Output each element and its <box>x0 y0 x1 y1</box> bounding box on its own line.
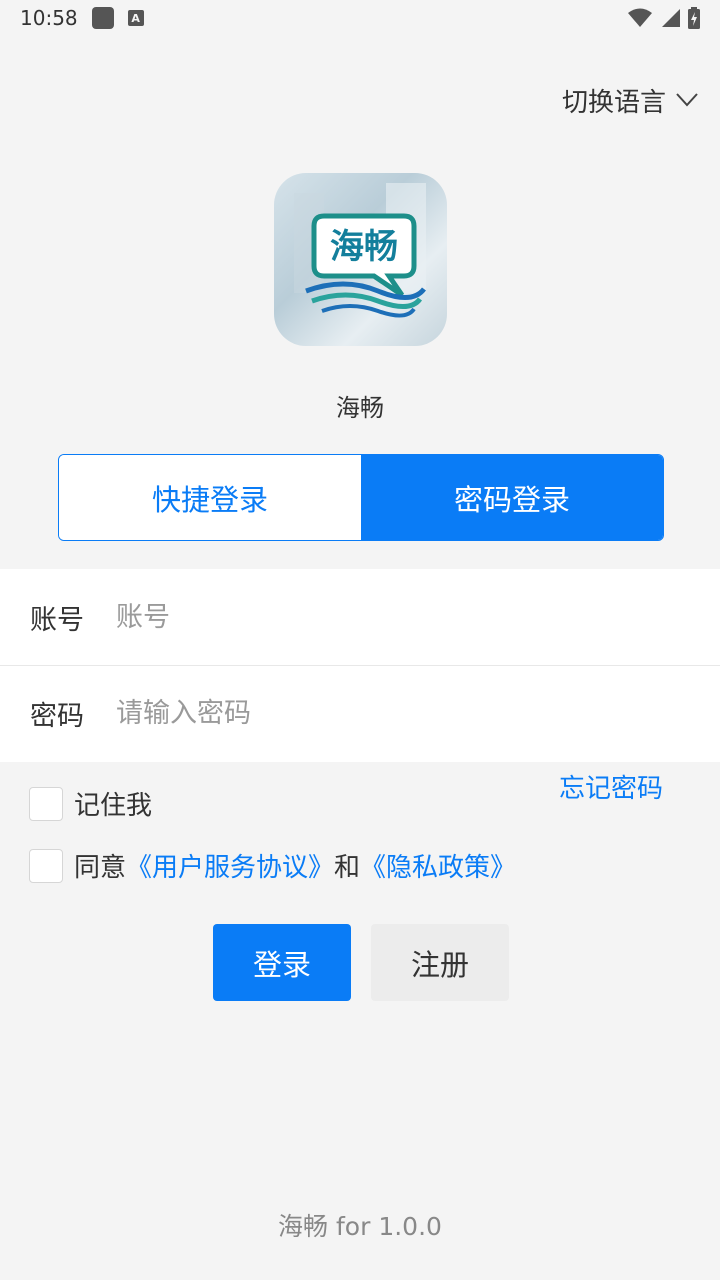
app-logo: 海畅 <box>274 173 447 346</box>
login-button[interactable]: 登录 <box>213 924 351 1001</box>
keyboard-notification-icon: A <box>127 10 144 26</box>
login-form: 账号 密码 <box>0 569 720 762</box>
app-logo-graphic: 海畅 <box>294 183 426 318</box>
signal-icon <box>662 9 680 27</box>
register-button[interactable]: 注册 <box>371 924 509 1001</box>
user-agreement-link[interactable]: 《用户服务协议》 <box>126 853 334 883</box>
account-label: 账号 <box>30 604 84 636</box>
remember-me-checkbox[interactable] <box>29 786 63 821</box>
account-row: 账号 <box>0 569 720 665</box>
tab-password-login[interactable]: 密码登录 <box>361 455 663 540</box>
tab-quick-login[interactable]: 快捷登录 <box>59 455 361 540</box>
chevron-down-icon <box>676 93 698 107</box>
language-switch-label: 切换语言 <box>561 87 666 118</box>
status-bar: 10:58 A <box>0 0 720 36</box>
password-input[interactable] <box>116 698 636 729</box>
logo-text: 海畅 <box>330 227 398 267</box>
agree-and: 和 <box>334 853 361 883</box>
password-row: 密码 <box>0 665 720 761</box>
battery-icon <box>688 7 700 29</box>
agreement-checkbox[interactable] <box>29 848 63 883</box>
password-label: 密码 <box>30 701 84 732</box>
account-input[interactable] <box>116 601 636 633</box>
agreement-row: 同意《用户服务协议》和《隐私政策》 <box>29 847 516 884</box>
wifi-icon <box>628 8 652 27</box>
status-time: 10:58 <box>20 6 78 30</box>
agree-prefix: 同意 <box>74 853 127 883</box>
app-notification-icon <box>91 7 114 29</box>
login-mode-tabs: 快捷登录 密码登录 <box>58 454 664 541</box>
privacy-policy-link[interactable]: 《隐私政策》 <box>360 853 516 883</box>
language-switch[interactable]: 切换语言 <box>562 80 698 120</box>
version-text: 海畅 for 1.0.0 <box>278 1212 442 1241</box>
app-name: 海畅 <box>336 394 384 422</box>
forgot-password-link[interactable]: 忘记密码 <box>559 768 663 805</box>
agreement-text: 同意《用户服务协议》和《隐私政策》 <box>74 847 516 884</box>
remember-me-row: 记住我 <box>29 785 152 822</box>
remember-me-label: 记住我 <box>74 791 153 821</box>
